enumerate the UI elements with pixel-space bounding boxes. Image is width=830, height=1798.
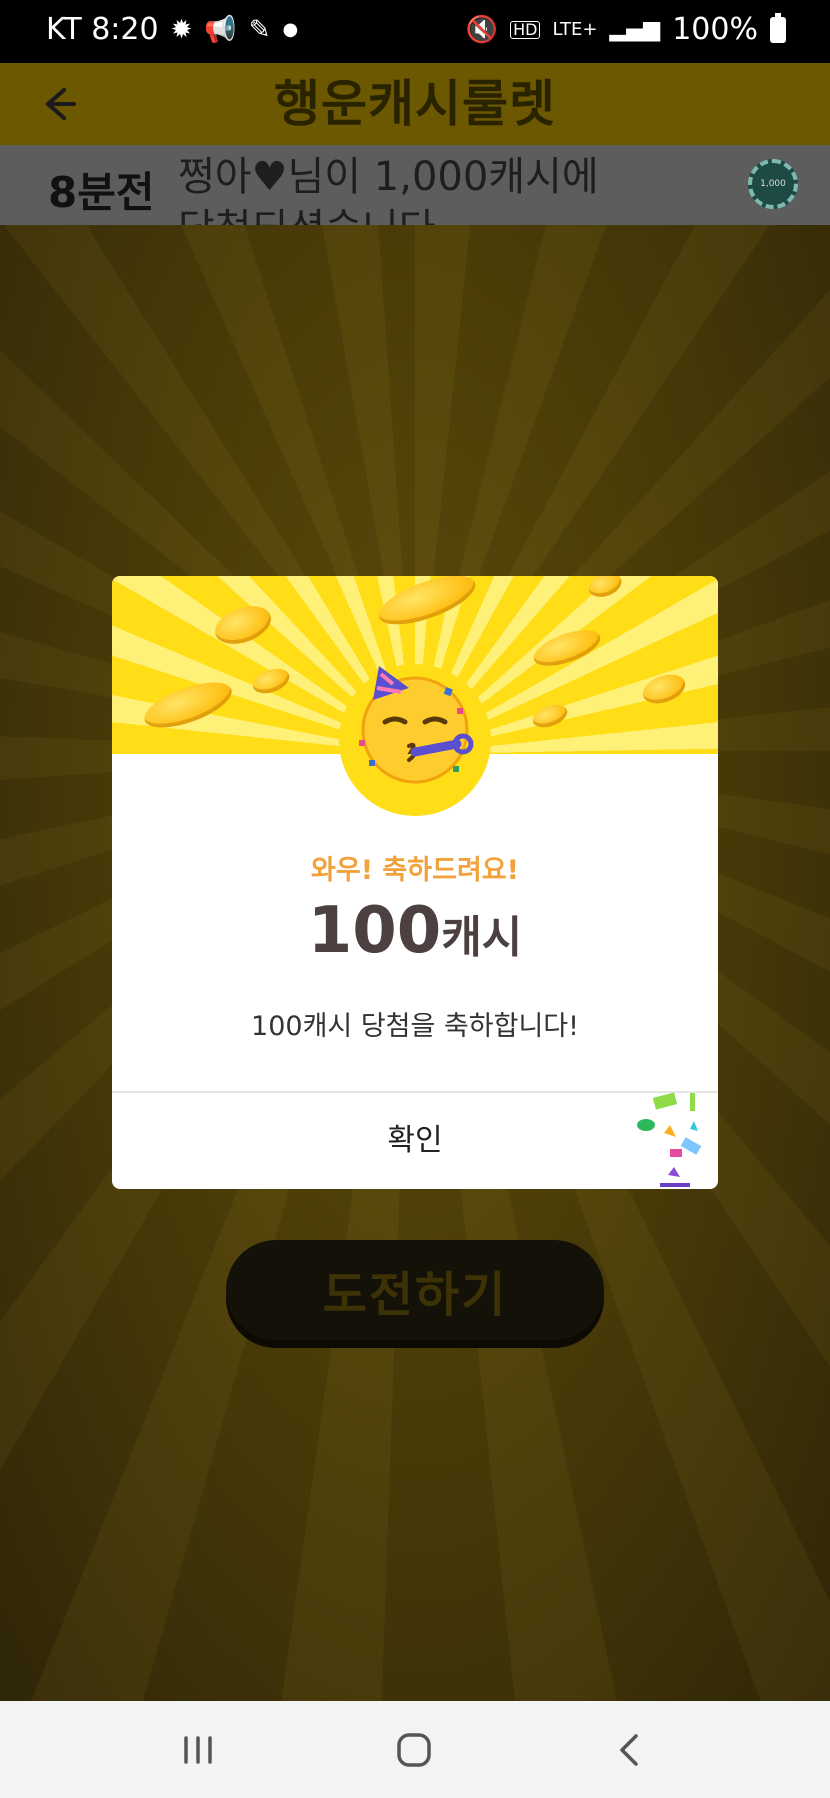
confirm-button[interactable]: 확인 [112, 1093, 718, 1189]
challenge-button[interactable]: 도전하기 [226, 1240, 604, 1340]
back-button[interactable] [570, 1701, 690, 1798]
settings-gear-icon: ✹ [170, 14, 193, 45]
win-dialog: 와우! 축하드려요! 100캐시 100캐시 당첨을 축하합니다! 확인 [112, 576, 718, 1189]
winner-ticker: 8분전 쩡아♥님이 1,000캐시에 당첨되셨습니다 1,000 [0, 145, 830, 225]
status-left: KT 8:20 ✹ 📢 ✎ ● [46, 12, 298, 47]
system-nav-bar [0, 1701, 830, 1798]
app-bar: 행운캐시룰렛 [0, 63, 830, 145]
hd-icon: HD [510, 20, 541, 39]
back-chevron-icon [620, 1733, 638, 1766]
congrats-text: 와우! 축하드려요! [311, 855, 519, 886]
prize-amount-unit: 캐시 [441, 912, 523, 963]
recent-apps-button[interactable] [138, 1701, 258, 1798]
back-arrow-icon[interactable] [34, 81, 80, 127]
prize-message: 100캐시 당첨을 축하합니다! [251, 1011, 579, 1042]
network-type: LTE+ [552, 18, 598, 40]
chip-label: 1,000 [760, 179, 786, 189]
cash-chip-icon: 1,000 [748, 159, 798, 209]
ticker-time: 8분전 [48, 168, 155, 217]
carrier-time: KT 8:20 [46, 12, 159, 47]
ticker-message: 쩡아♥님이 1,000캐시에 당첨되셨습니다 [178, 154, 599, 225]
battery-icon [770, 12, 786, 43]
home-button[interactable] [354, 1701, 474, 1798]
prize-amount-number: 100 [307, 894, 442, 968]
feather-icon: ✎ [248, 14, 271, 45]
mute-icon: 🔇 [465, 14, 499, 45]
more-notifications-dot-icon: ● [282, 19, 299, 40]
status-bar: KT 8:20 ✹ 📢 ✎ ● 🔇 HD LTE+ ▂▄▆ 100% [0, 0, 830, 63]
battery-percent: 100% [672, 12, 758, 47]
home-icon [397, 1732, 431, 1767]
confetti-icon [637, 1092, 702, 1187]
recent-apps-icon [184, 1735, 212, 1764]
status-right: 🔇 HD LTE+ ▂▄▆ 100% [466, 12, 786, 47]
party-face-icon [359, 666, 474, 784]
signal-icon: ▂▄▆ [609, 16, 661, 42]
prize-amount: 100캐시 [112, 894, 718, 968]
megaphone-icon: 📢 [204, 14, 237, 45]
page-title: 행운캐시룰렛 [274, 75, 556, 133]
